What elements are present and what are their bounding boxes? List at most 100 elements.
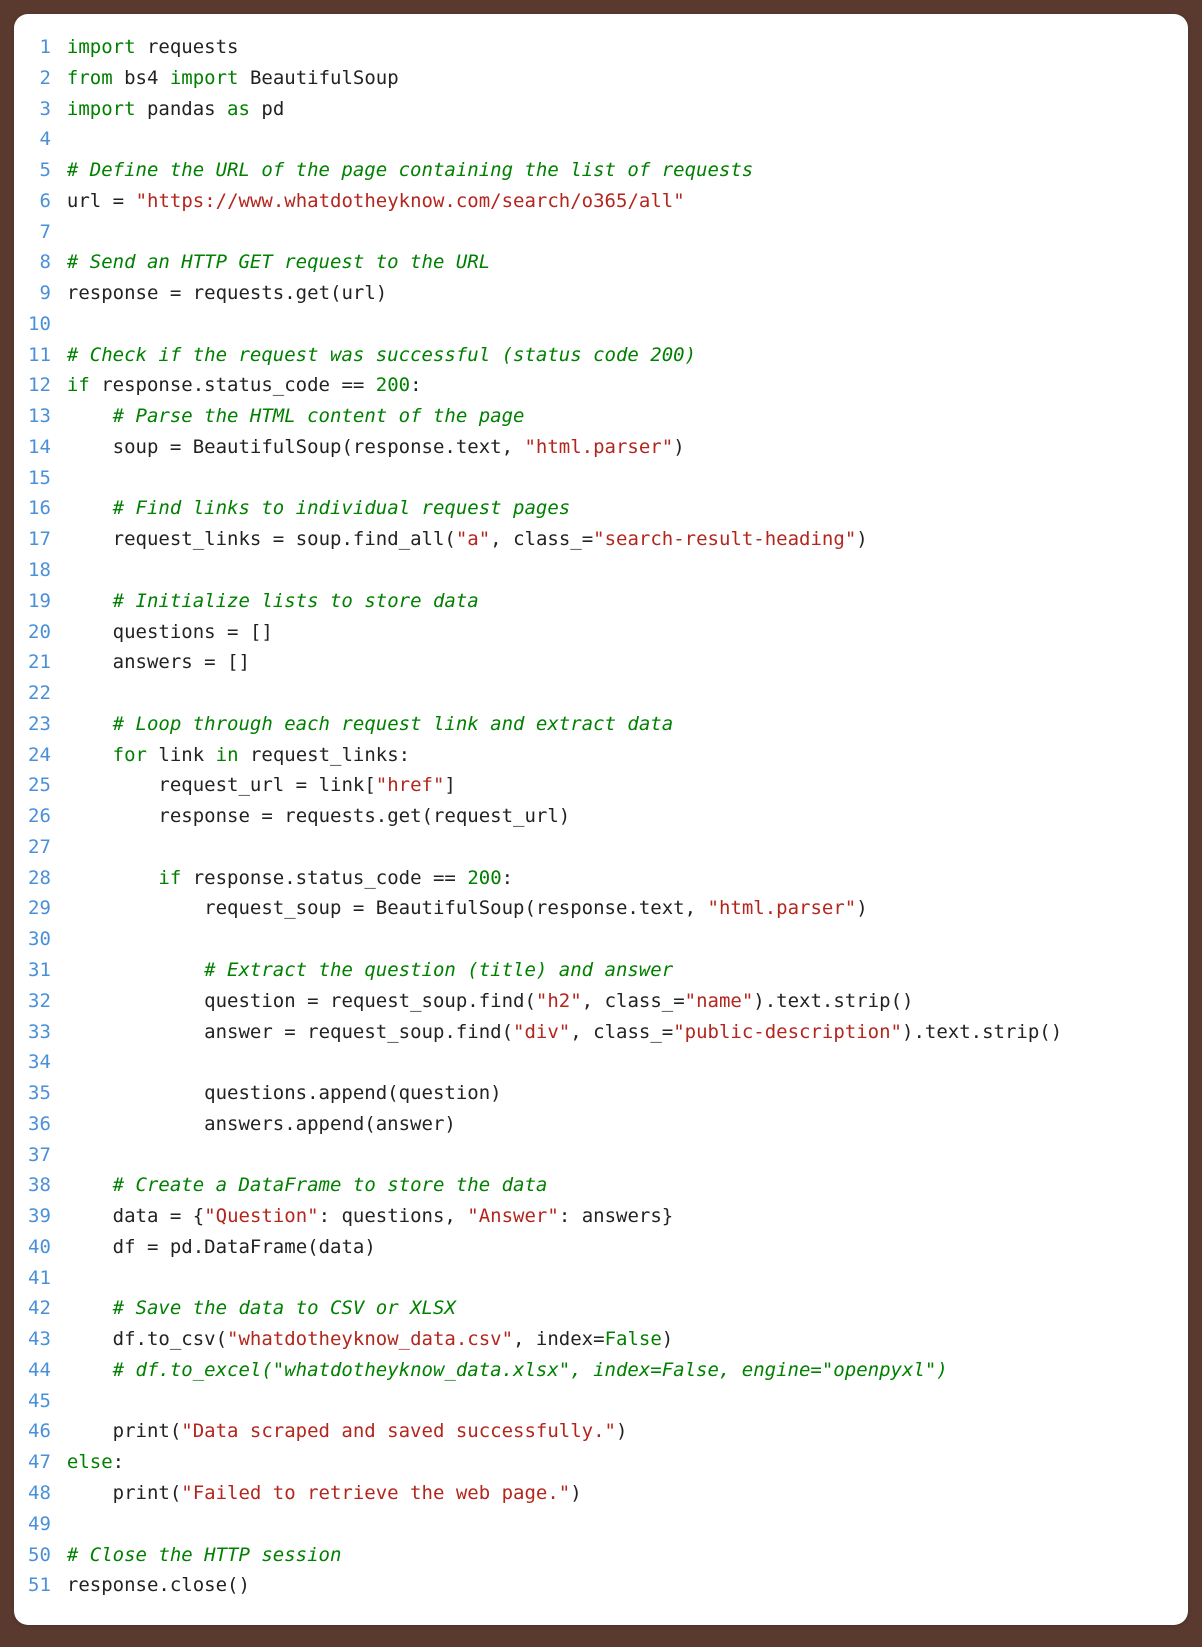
- code-line: [67, 1509, 1168, 1540]
- line-number: 6: [28, 186, 51, 217]
- code-line: # Define the URL of the page containing …: [67, 155, 1168, 186]
- token-str: "html.parser": [708, 897, 857, 919]
- token-id: requests: [136, 36, 239, 58]
- line-number: 3: [28, 94, 51, 125]
- code-line: # Loop through each request link and ext…: [67, 709, 1168, 740]
- code-line: # Close the HTTP session: [67, 1540, 1168, 1571]
- line-number: 4: [28, 124, 51, 155]
- code-line: questions = []: [67, 617, 1168, 648]
- code-line: response.close(): [67, 1570, 1168, 1601]
- line-number: 11: [28, 340, 51, 371]
- token-id: : questions,: [319, 1205, 468, 1227]
- code-line: answer = request_soup.find("div", class_…: [67, 1017, 1168, 1048]
- token-id: response.status_code: [181, 867, 433, 889]
- code-line: [67, 1263, 1168, 1294]
- token-cm: # df.to_excel("whatdotheyknow_data.xlsx"…: [113, 1359, 948, 1381]
- token-id: request_soup.find(: [296, 1021, 513, 1043]
- token-str: "div": [513, 1021, 570, 1043]
- line-number: 40: [28, 1232, 51, 1263]
- code-content[interactable]: import requestsfrom bs4 import Beautiful…: [67, 32, 1168, 1601]
- line-number: 10: [28, 309, 51, 340]
- token-op: =: [204, 651, 215, 673]
- line-number: 17: [28, 524, 51, 555]
- token-kw: from: [67, 67, 113, 89]
- line-number: 24: [28, 740, 51, 771]
- token-kw: as: [227, 98, 250, 120]
- token-kw: in: [216, 744, 239, 766]
- token-id: answers.append(answer): [67, 1113, 456, 1135]
- code-line: [67, 1047, 1168, 1078]
- token-num: 200: [467, 867, 501, 889]
- token-op: =: [170, 282, 181, 304]
- token-id: [124, 190, 135, 212]
- line-number: 48: [28, 1478, 51, 1509]
- token-kw: import: [170, 67, 239, 89]
- token-id: [364, 374, 375, 396]
- token-id: []: [216, 651, 250, 673]
- code-line: [67, 1386, 1168, 1417]
- token-id: [67, 405, 113, 427]
- token-cm: # Close the HTTP session: [67, 1544, 342, 1566]
- code-line: import requests: [67, 32, 1168, 63]
- code-line: [67, 124, 1168, 155]
- token-bool: False: [605, 1328, 662, 1350]
- token-id: df.to_csv(: [67, 1328, 227, 1350]
- token-kw: if: [158, 867, 181, 889]
- token-id: answer: [67, 1021, 284, 1043]
- code-line: [67, 555, 1168, 586]
- token-id: question: [67, 990, 307, 1012]
- code-line: df = pd.DataFrame(data): [67, 1232, 1168, 1263]
- line-number: 50: [28, 1540, 51, 1571]
- token-id: request_links: [239, 744, 399, 766]
- token-id: [456, 867, 467, 889]
- token-id: [67, 959, 204, 981]
- line-number: 31: [28, 955, 51, 986]
- token-id: request_soup: [67, 897, 353, 919]
- token-op: =: [170, 436, 181, 458]
- code-line: [67, 832, 1168, 863]
- token-id: [67, 713, 113, 735]
- token-cm: # Parse the HTML content of the page: [113, 405, 525, 427]
- line-number: 1: [28, 32, 51, 63]
- line-number: 49: [28, 1509, 51, 1540]
- line-number: 15: [28, 463, 51, 494]
- token-str: "href": [376, 774, 445, 796]
- token-id: BeautifulSoup(response.text,: [364, 897, 707, 919]
- line-number: 38: [28, 1170, 51, 1201]
- token-id: requests.get(url): [181, 282, 387, 304]
- code-line: df.to_csv("whatdotheyknow_data.csv", ind…: [67, 1324, 1168, 1355]
- code-line: print("Failed to retrieve the web page."…: [67, 1478, 1168, 1509]
- token-op: :: [502, 867, 513, 889]
- token-str: "Question": [204, 1205, 318, 1227]
- line-number: 42: [28, 1293, 51, 1324]
- token-op: :: [113, 1451, 124, 1473]
- line-number: 39: [28, 1201, 51, 1232]
- token-id: ).text.strip(): [902, 1021, 1062, 1043]
- token-id: ,: [582, 990, 605, 1012]
- token-id: questions.append(question): [67, 1082, 502, 1104]
- token-kwarg: class_: [513, 528, 582, 550]
- code-line: [67, 1140, 1168, 1171]
- token-id: BeautifulSoup(response.text,: [181, 436, 524, 458]
- code-line: [67, 924, 1168, 955]
- line-number: 12: [28, 370, 51, 401]
- line-number: 14: [28, 432, 51, 463]
- token-id: response.status_code: [90, 374, 342, 396]
- token-id: ): [570, 1482, 581, 1504]
- token-op: =: [261, 805, 272, 827]
- code-line: from bs4 import BeautifulSoup: [67, 63, 1168, 94]
- token-kwarg: class_: [605, 990, 674, 1012]
- token-op: :: [399, 744, 410, 766]
- line-number: 41: [28, 1263, 51, 1294]
- code-line: # Parse the HTML content of the page: [67, 401, 1168, 432]
- code-line: if response.status_code == 200:: [67, 863, 1168, 894]
- token-id: pandas: [136, 98, 228, 120]
- token-id: soup: [67, 436, 170, 458]
- code-line: # Check if the request was successful (s…: [67, 340, 1168, 371]
- token-op: =: [593, 1328, 604, 1350]
- line-number: 32: [28, 986, 51, 1017]
- line-number: 46: [28, 1416, 51, 1447]
- line-number: 18: [28, 555, 51, 586]
- token-str: "https://www.whatdotheyknow.com/search/o…: [136, 190, 685, 212]
- token-str: "Answer": [467, 1205, 559, 1227]
